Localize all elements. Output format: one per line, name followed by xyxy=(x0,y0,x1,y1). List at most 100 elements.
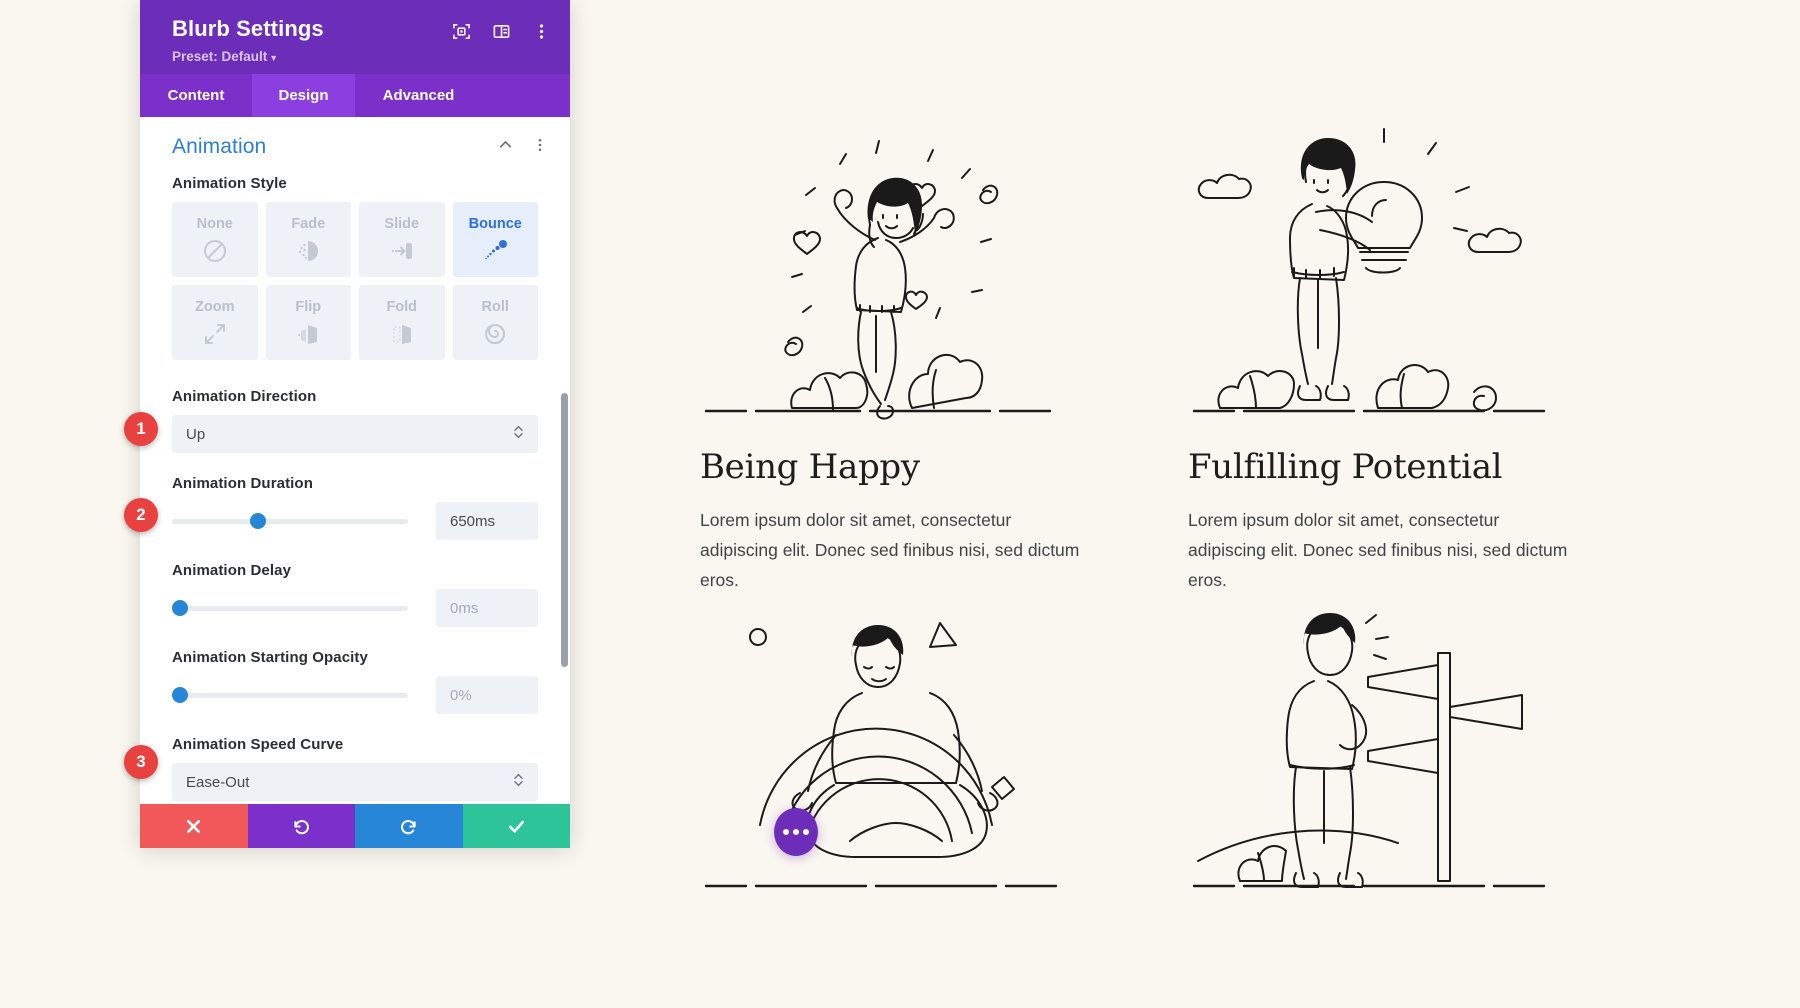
animation-starting-opacity-field: Animation Starting Opacity 0% xyxy=(140,627,570,714)
blurb-settings-panel[interactable]: Blurb Settings Preset: Default ▼ Content… xyxy=(140,0,570,848)
section-controls xyxy=(497,136,548,158)
slider-knob[interactable] xyxy=(172,687,188,703)
animation-delay-input[interactable]: 0ms xyxy=(436,589,538,627)
panel-scroll-content: Animation Animation Style None Fade Slid… xyxy=(140,117,570,804)
man-at-signpost-illustration xyxy=(1188,595,1580,895)
chevron-down-icon: ▼ xyxy=(269,53,279,63)
chevron-up-icon[interactable] xyxy=(497,136,514,158)
save-button[interactable] xyxy=(462,804,570,848)
zoom-icon xyxy=(202,321,228,347)
undo-icon xyxy=(291,816,312,837)
slider-knob[interactable] xyxy=(249,513,266,529)
style-option-bounce[interactable]: Bounce xyxy=(452,202,538,277)
no-entry-icon xyxy=(202,238,228,264)
blurb-card[interactable] xyxy=(1188,595,1580,923)
blurb-title: Being Happy xyxy=(700,447,920,487)
style-label: Roll xyxy=(481,298,509,315)
style-label: None xyxy=(196,215,233,232)
animation-style-grid[interactable]: None Fade Slide Bounce Zoom Flip Fold Ro… xyxy=(172,202,538,360)
animation-speed-curve-field: Animation Speed Curve Ease-Out xyxy=(140,714,570,801)
style-label: Fold xyxy=(386,298,418,315)
more-vertical-icon[interactable] xyxy=(532,22,550,40)
panel-scrollbar[interactable] xyxy=(561,393,568,667)
animation-duration-field: Animation Duration 650ms xyxy=(140,453,570,540)
select-arrows-icon xyxy=(513,772,524,792)
selected-value: Ease-Out xyxy=(186,773,250,791)
slider-track xyxy=(172,518,408,524)
style-label: Bounce xyxy=(468,215,522,232)
slider-track xyxy=(172,692,408,698)
style-label: Zoom xyxy=(195,298,235,315)
animation-duration-slider[interactable] xyxy=(172,510,408,532)
panel-body: Animation Animation Style None Fade Slid… xyxy=(140,117,570,804)
section-title: Animation xyxy=(172,135,267,158)
flip-icon xyxy=(295,321,321,347)
style-option-none[interactable]: None xyxy=(172,202,258,277)
slider-row: 650ms xyxy=(172,502,538,540)
selected-value: Up xyxy=(186,425,206,443)
field-label: Animation Duration xyxy=(172,475,313,492)
blurb-card-grid: Being Happy Lorem ipsum dolor sit amet, … xyxy=(700,120,1580,923)
slider-knob[interactable] xyxy=(172,600,188,616)
slider-row: 0ms xyxy=(172,589,538,627)
style-label: Slide xyxy=(384,215,420,232)
slider-row: 0% xyxy=(172,676,538,714)
style-label: Fade xyxy=(291,215,326,232)
input-placeholder: 0% xyxy=(450,686,472,704)
style-option-roll[interactable]: Roll xyxy=(452,285,538,360)
style-label: Flip xyxy=(295,298,322,315)
more-horizontal-icon[interactable] xyxy=(774,808,818,856)
style-option-flip[interactable]: Flip xyxy=(265,285,351,360)
tab-design[interactable]: Design xyxy=(252,74,355,117)
woman-celebrating-illustration xyxy=(700,120,1092,420)
blurb-card[interactable]: Being Happy Lorem ipsum dolor sit amet, … xyxy=(700,120,1092,595)
blurb-body: Lorem ipsum dolor sit amet, consectetur … xyxy=(1188,510,1568,591)
style-option-fade[interactable]: Fade xyxy=(265,202,351,277)
check-icon xyxy=(506,816,527,837)
animation-direction-field: Animation Direction Up xyxy=(140,374,570,453)
panel-tabs[interactable]: Content Design Advanced xyxy=(140,74,570,117)
step-marker-2: 2 xyxy=(124,498,158,532)
step-marker-1: 1 xyxy=(124,412,158,446)
animation-style-field: Animation Style None Fade Slide Bounce Z… xyxy=(140,169,570,360)
field-label: Animation Style xyxy=(172,175,287,192)
animation-delay-field: Animation Delay 0ms xyxy=(140,540,570,627)
style-option-fold[interactable]: Fold xyxy=(359,285,445,360)
slider-track xyxy=(172,605,408,611)
fold-icon xyxy=(389,321,415,347)
focus-icon[interactable] xyxy=(452,22,470,40)
animation-starting-opacity-slider[interactable] xyxy=(172,684,408,706)
animation-starting-opacity-input[interactable]: 0% xyxy=(436,676,538,714)
dot xyxy=(793,829,799,835)
tab-content[interactable]: Content xyxy=(140,74,252,117)
panel-header-actions xyxy=(452,22,550,40)
style-option-slide[interactable]: Slide xyxy=(359,202,445,277)
input-placeholder: 0ms xyxy=(450,599,479,617)
animation-delay-slider[interactable] xyxy=(172,597,408,619)
animation-section-header[interactable]: Animation xyxy=(140,117,570,169)
panel-header: Blurb Settings Preset: Default ▼ xyxy=(140,0,570,74)
input-value: 650ms xyxy=(450,512,496,530)
animation-speed-curve-select[interactable]: Ease-Out xyxy=(172,763,538,801)
close-icon xyxy=(184,817,203,836)
blurb-card[interactable] xyxy=(700,595,1092,923)
animation-direction-select[interactable]: Up xyxy=(172,415,538,453)
step-marker-3: 3 xyxy=(124,745,158,779)
redo-button[interactable] xyxy=(355,804,463,848)
layout-icon[interactable] xyxy=(492,22,510,40)
animation-duration-input[interactable]: 650ms xyxy=(436,502,538,540)
dot xyxy=(803,829,809,835)
blurb-title: Fulfilling Potential xyxy=(1188,447,1503,487)
preset-label: Preset: Default xyxy=(172,49,268,64)
slide-icon xyxy=(389,238,415,264)
field-label: Animation Speed Curve xyxy=(172,736,344,753)
blurb-card[interactable]: Fulfilling Potential Lorem ipsum dolor s… xyxy=(1188,120,1580,595)
style-option-zoom[interactable]: Zoom xyxy=(172,285,258,360)
preset-selector[interactable]: Preset: Default ▼ xyxy=(172,49,548,64)
cancel-button[interactable] xyxy=(140,804,248,848)
field-label: Animation Starting Opacity xyxy=(172,649,368,666)
tab-advanced[interactable]: Advanced xyxy=(355,74,482,117)
panel-action-bar[interactable] xyxy=(140,804,570,848)
undo-button[interactable] xyxy=(247,804,355,848)
more-vertical-icon[interactable] xyxy=(532,137,548,158)
